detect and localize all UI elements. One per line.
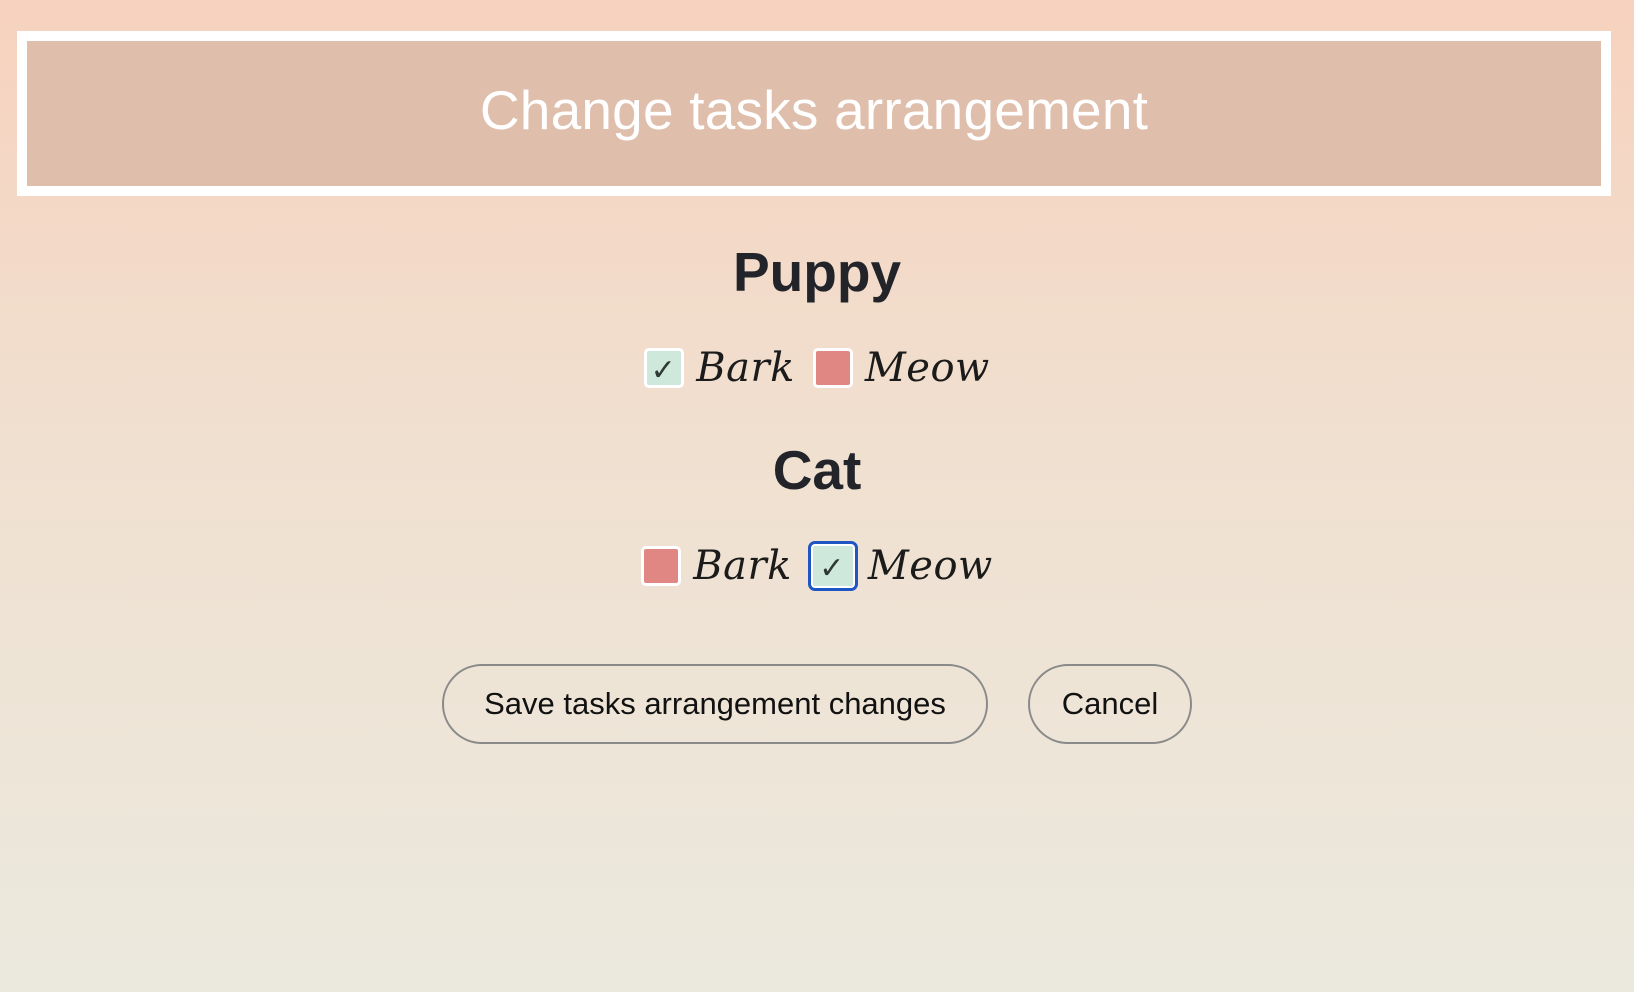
option-cat-bark[interactable]: Bark — [641, 543, 792, 589]
page-header: Change tasks arrangement — [17, 31, 1611, 196]
option-label-cat-bark: Bark — [693, 543, 792, 589]
checkbox-puppy-meow[interactable] — [812, 348, 853, 388]
option-puppy-bark[interactable]: ✓ Bark — [644, 345, 795, 391]
cancel-button[interactable]: Cancel — [1028, 664, 1192, 744]
options-cat: Bark ✓ Meow — [0, 541, 1634, 591]
option-label-puppy-bark: Bark — [696, 345, 795, 391]
page-title: Change tasks arrangement — [479, 78, 1149, 141]
checkbox-puppy-bark[interactable]: ✓ — [644, 348, 685, 388]
option-cat-meow[interactable]: ✓ Meow — [807, 541, 993, 591]
checkmark-icon: ✓ — [650, 353, 676, 388]
checkbox-cat-meow[interactable]: ✓ — [807, 541, 858, 591]
options-puppy: ✓ Bark Meow — [0, 345, 1634, 391]
action-bar: Save tasks arrangement changes Cancel — [0, 664, 1634, 744]
option-label-puppy-meow: Meow — [864, 345, 990, 391]
checkmark-icon: ✓ — [819, 551, 845, 586]
group-title-cat: Cat — [772, 439, 862, 501]
option-puppy-meow[interactable]: Meow — [812, 345, 990, 391]
checkbox-cat-bark[interactable] — [641, 546, 682, 586]
option-label-cat-meow: Meow — [867, 543, 993, 589]
group-title-puppy: Puppy — [732, 241, 902, 303]
save-button[interactable]: Save tasks arrangement changes — [442, 664, 988, 744]
